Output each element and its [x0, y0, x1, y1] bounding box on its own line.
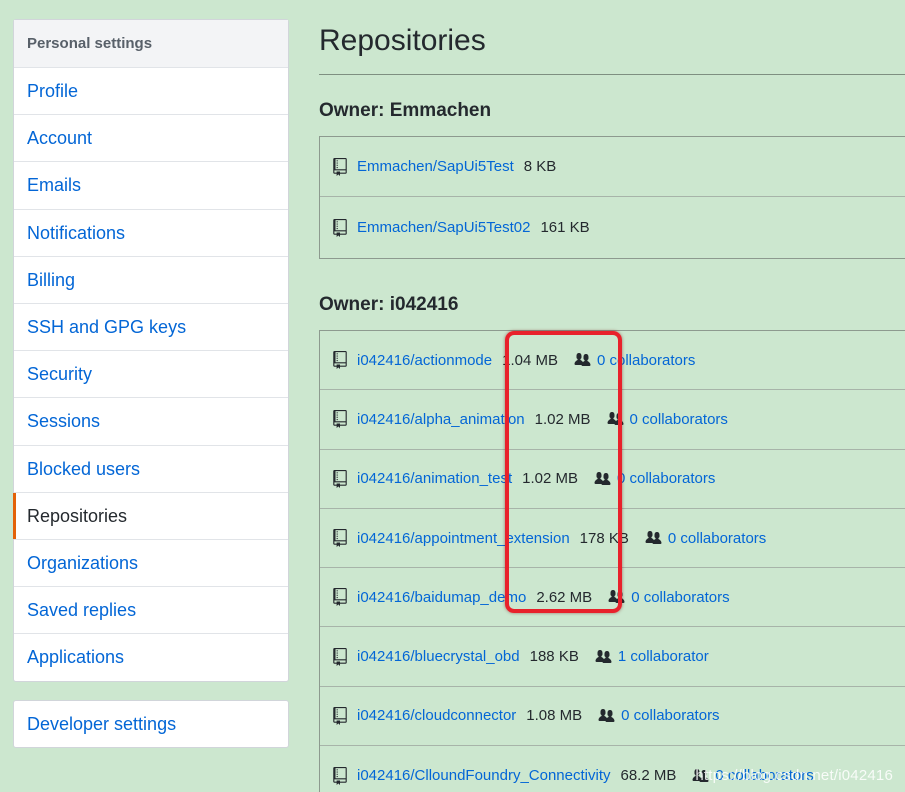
sidebar-item-organizations[interactable]: Organizations [14, 540, 288, 588]
repo-link[interactable]: Emmachen/SapUi5Test02 [357, 219, 530, 236]
sidebar-item-repositories[interactable]: Repositories [13, 492, 288, 540]
repo-icon [333, 706, 347, 725]
sidebar-item-developer-settings[interactable]: Developer settings [14, 701, 288, 747]
repo-row: Emmachen/SapUi5Test 8 KB [320, 137, 905, 197]
repo-link[interactable]: i042416/alpha_animation [357, 411, 525, 428]
repo-list-emmachen: Emmachen/SapUi5Test 8 KB Emmachen/SapUi5… [319, 136, 905, 259]
title-divider [319, 74, 905, 75]
repo-icon [333, 469, 347, 488]
size-highlight-annotation [505, 331, 622, 613]
owner-heading-emmachen: Owner: Emmachen [319, 100, 492, 121]
repo-icon [333, 588, 347, 607]
page-title: Repositories [319, 24, 486, 57]
repo-link[interactable]: i042416/actionmode [357, 352, 492, 369]
repo-icon [333, 410, 347, 429]
repo-icon [333, 766, 347, 785]
people-icon [598, 708, 615, 722]
sidebar-item-blocked-users[interactable]: Blocked users [14, 446, 288, 493]
repo-icon [333, 529, 347, 548]
sidebar-item-notifications[interactable]: Notifications [14, 210, 288, 257]
repo-row: i042416/bluecrystal_obd 188 KB 1 collabo… [320, 627, 905, 687]
sidebar-item-saved-replies[interactable]: Saved replies [14, 587, 288, 635]
sidebar-item-ssh-gpg-keys[interactable]: SSH and GPG keys [14, 304, 288, 352]
personal-settings-menu: Personal settings Profile Account Emails… [13, 19, 289, 683]
repo-size: 161 KB [540, 219, 590, 236]
collaborators-count: 0 collaborators [667, 529, 767, 547]
people-icon [595, 649, 612, 663]
repo-link[interactable]: i042416/bluecrystal_obd [357, 648, 520, 665]
sidebar-item-emails[interactable]: Emails [14, 162, 288, 210]
sidebar-item-sessions[interactable]: Sessions [14, 398, 288, 446]
collaborators-link[interactable]: 0 collaborators [605, 411, 728, 428]
repo-size: 8 KB [523, 158, 557, 175]
sidebar-item-applications[interactable]: Applications [14, 634, 288, 681]
sidebar-item-billing[interactable]: Billing [14, 257, 288, 304]
sidebar-item-account[interactable]: Account [14, 115, 288, 163]
watermark: https://blog.csdn.net/i042416 [695, 767, 893, 784]
people-icon [645, 531, 662, 545]
collaborators-link[interactable]: 1 collaborator [593, 648, 709, 665]
collaborators-count: 0 collaborators [617, 470, 716, 488]
repo-row: Emmachen/SapUi5Test02 161 KB [320, 197, 905, 258]
developer-settings-menu: Developer settings [13, 700, 289, 748]
repo-link[interactable]: Emmachen/SapUi5Test [357, 158, 514, 175]
menu-heading: Personal settings [14, 20, 288, 68]
repo-row: i042416/cloudconnector 1.08 MB 0 collabo… [320, 687, 905, 747]
collaborators-link[interactable]: 0 collaborators [596, 707, 720, 725]
collaborators-link[interactable]: 0 collaborators [643, 530, 766, 547]
sidebar-item-security[interactable]: Security [14, 351, 288, 399]
repo-size: 68.2 MB [620, 767, 677, 785]
collaborators-count: 0 collaborators [621, 707, 720, 725]
collaborators-count: 0 collaborators [629, 410, 728, 428]
repo-icon [333, 157, 347, 176]
repo-link[interactable]: i042416/ClloundFoundry_Connectivity [357, 767, 611, 784]
repo-size: 1.08 MB [526, 707, 583, 725]
repo-icon [333, 647, 347, 666]
repo-link[interactable]: i042416/baidumap_demo [357, 589, 526, 606]
collaborators-count: 0 collaborators [631, 588, 730, 606]
collaborators-link[interactable]: 0 collaborators [606, 588, 730, 606]
repo-icon [333, 218, 347, 237]
owner-heading-i042416: Owner: i042416 [319, 294, 459, 315]
repo-link[interactable]: i042416/animation_test [357, 470, 512, 487]
repo-size: 188 KB [529, 648, 579, 666]
repo-icon [333, 351, 347, 370]
collaborators-count: 1 collaborator [617, 648, 709, 666]
repo-link[interactable]: i042416/cloudconnector [357, 707, 516, 724]
sidebar-item-profile[interactable]: Profile [14, 68, 288, 116]
